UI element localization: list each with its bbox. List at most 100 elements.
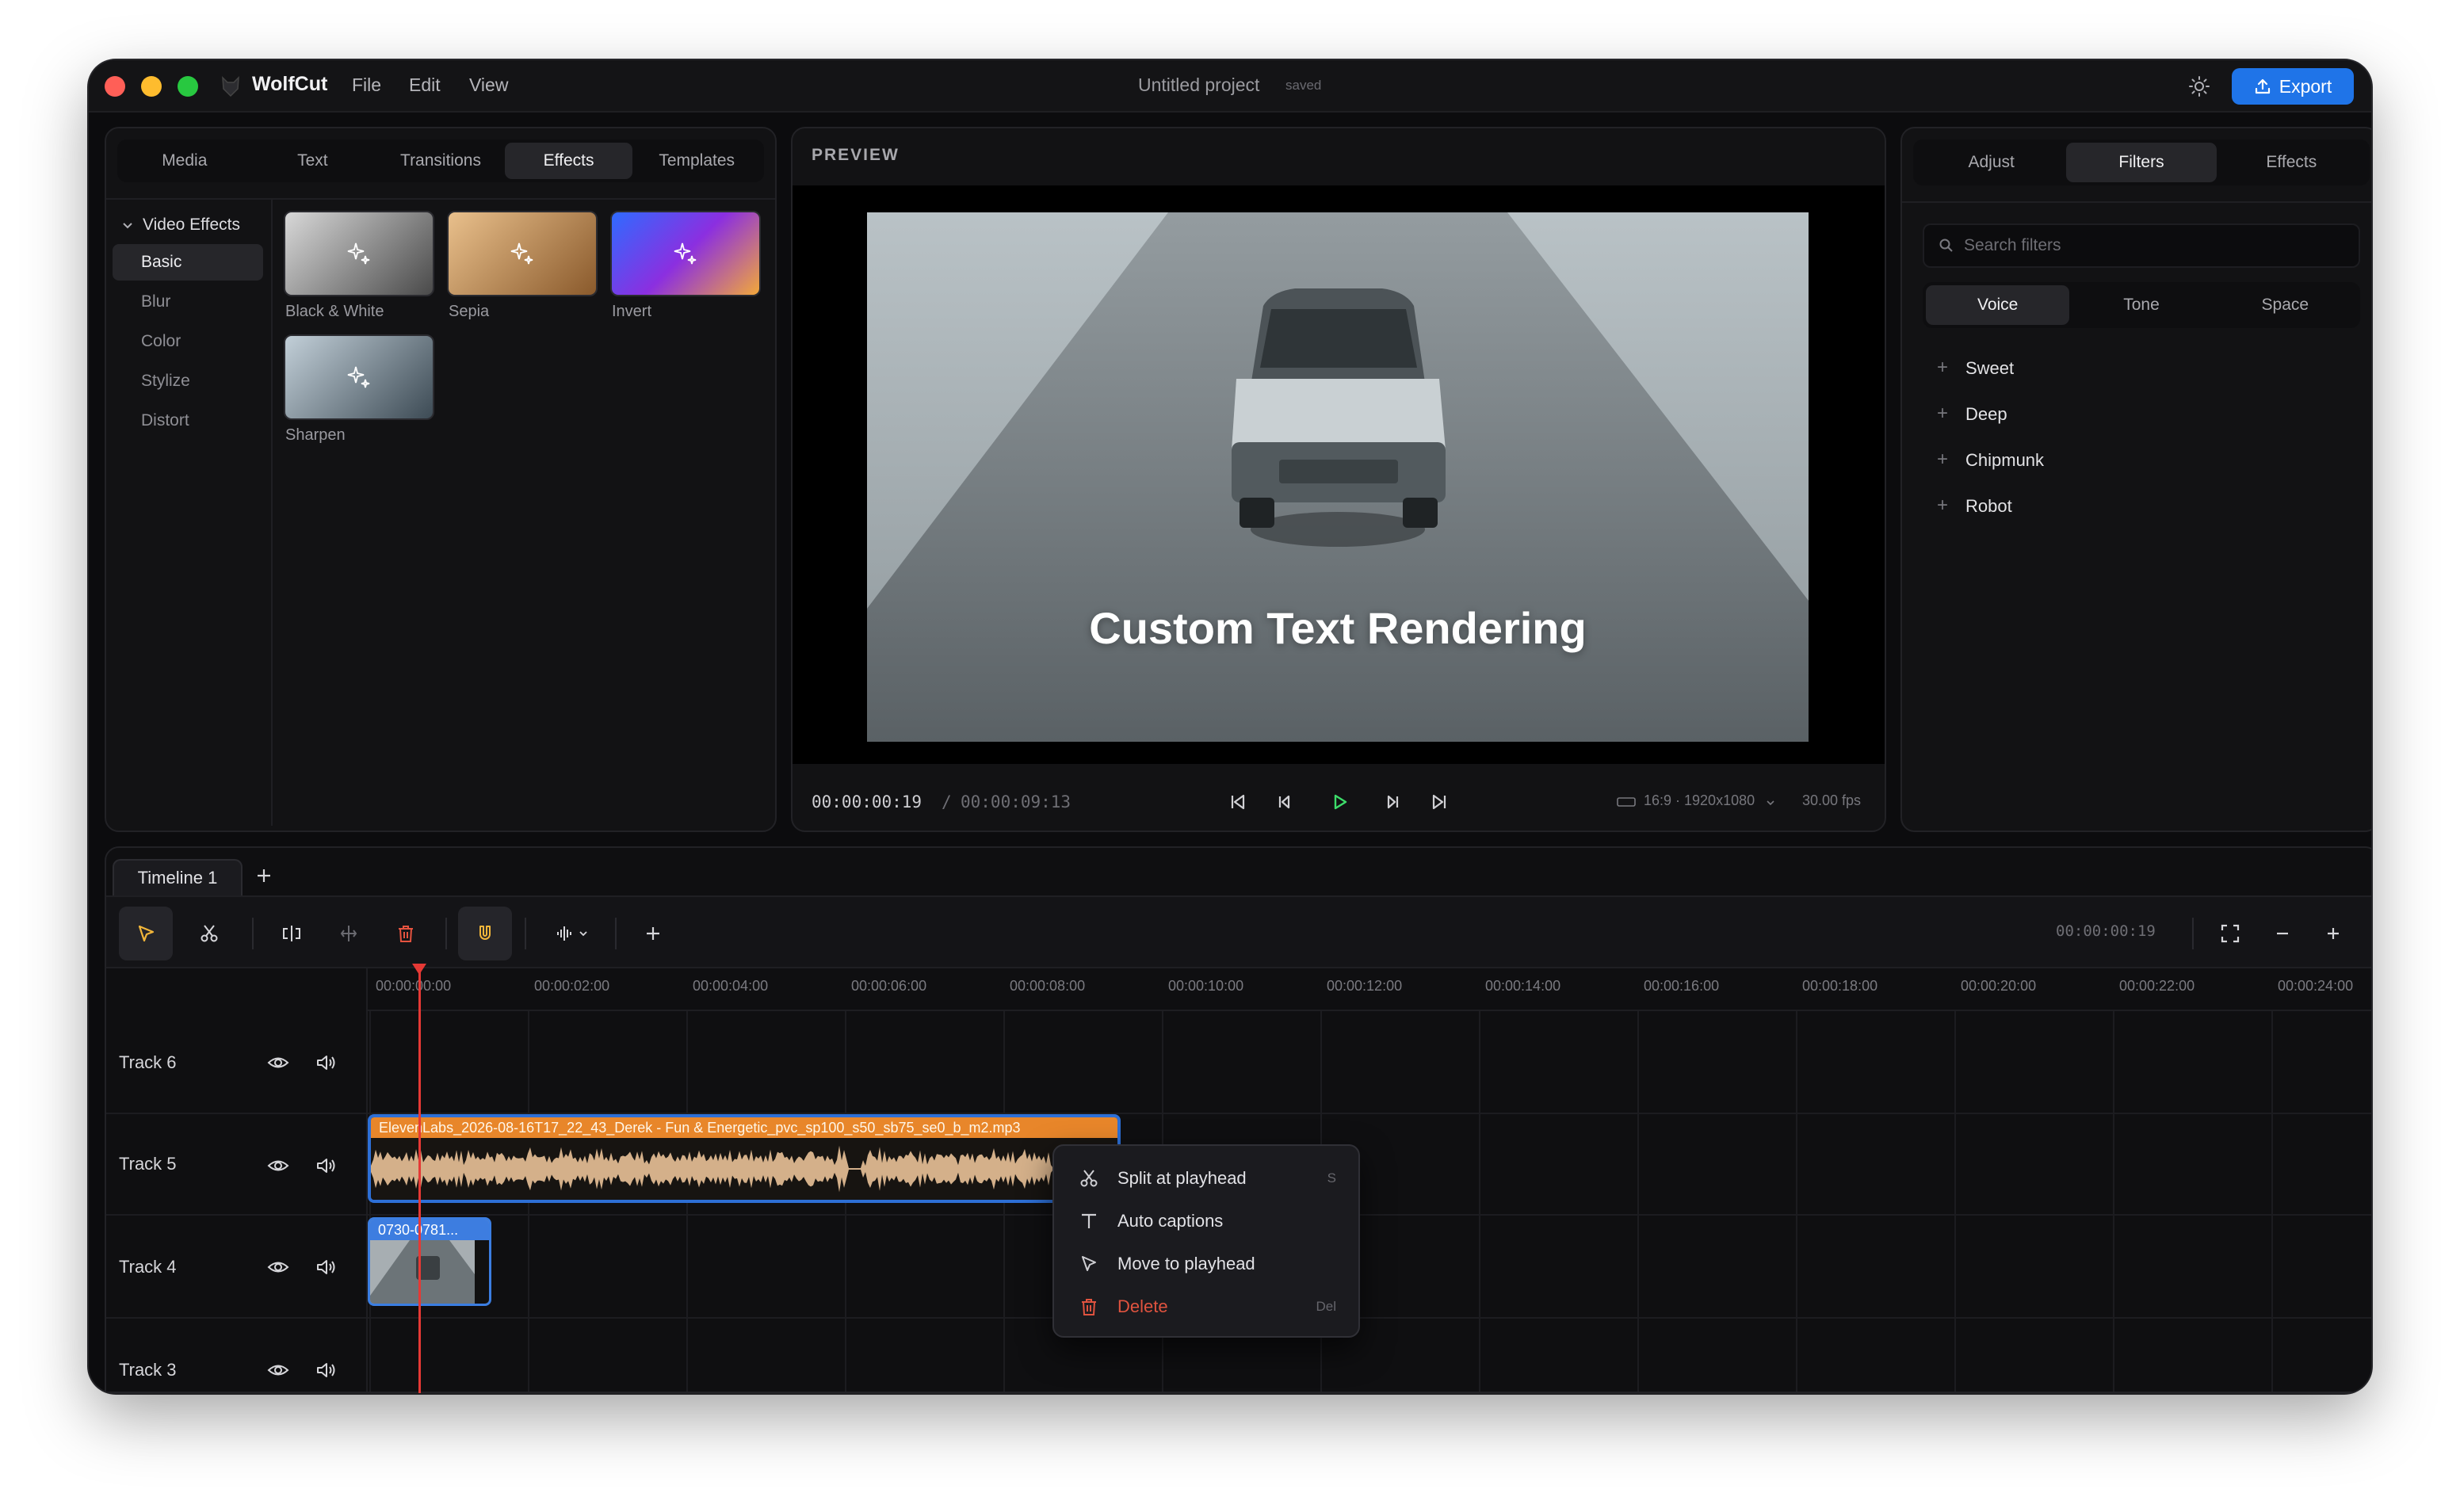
- plus-icon: +: [1937, 403, 1949, 424]
- chevron-down-icon: [579, 931, 587, 937]
- step-forward-icon[interactable]: [1381, 789, 1406, 815]
- zoom-in-button[interactable]: [2306, 907, 2360, 960]
- effect-sepia-thumb[interactable]: [447, 211, 598, 296]
- chevron-down-icon[interactable]: [122, 220, 133, 231]
- effect-sharpen-thumb[interactable]: [284, 334, 434, 420]
- magnet-snap-button[interactable]: [458, 907, 512, 960]
- playhead-handle-icon[interactable]: [411, 964, 428, 978]
- search-placeholder: Search filters: [1964, 236, 2061, 254]
- title-bar: WolfCut File Edit View Untitled project …: [89, 60, 2371, 113]
- video-clip[interactable]: 0730-0781...: [368, 1217, 491, 1306]
- audio-waveform-dropdown[interactable]: [539, 907, 604, 960]
- tab-filters[interactable]: Filters: [2066, 143, 2217, 182]
- add-track-button[interactable]: [626, 907, 680, 960]
- search-filters-input[interactable]: Search filters: [1923, 223, 2360, 268]
- audio-clip[interactable]: ElevenLabs_2026-08-16T17_22_43_Derek - F…: [368, 1114, 1121, 1203]
- sparkle-icon: [674, 242, 697, 265]
- tab-transitions[interactable]: Transitions: [376, 143, 505, 179]
- preview-frame: Custom Text Rendering: [867, 212, 1809, 742]
- category-blur[interactable]: Blur: [113, 284, 263, 320]
- theme-toggle-sun-icon[interactable]: [2187, 74, 2211, 98]
- menu-auto-captions[interactable]: Auto captions: [1054, 1200, 1358, 1243]
- left-tabs: Media Text Transitions Effects Templates: [117, 139, 764, 182]
- plus-icon: +: [1937, 449, 1949, 470]
- speaker-icon[interactable]: [314, 1154, 338, 1178]
- tab-templates[interactable]: Templates: [632, 143, 761, 179]
- step-back-icon[interactable]: [1271, 789, 1297, 815]
- eye-icon[interactable]: [266, 1154, 290, 1178]
- divider: [525, 918, 526, 949]
- timeline-tab[interactable]: Timeline 1: [113, 859, 243, 895]
- ruler-tick: 00:00:06:00: [851, 978, 927, 994]
- effect-invert-thumb[interactable]: [610, 211, 761, 296]
- eye-icon[interactable]: [266, 1358, 290, 1382]
- speaker-icon[interactable]: [314, 1051, 338, 1075]
- filter-label: Sweet: [1965, 358, 2015, 378]
- tab-media[interactable]: Media: [120, 143, 249, 179]
- filter-robot[interactable]: + Robot: [1937, 494, 2012, 517]
- fullscreen-button[interactable]: [2203, 907, 2257, 960]
- menu-file[interactable]: File: [352, 74, 381, 96]
- category-basic[interactable]: Basic: [113, 244, 263, 281]
- right-tabs: Adjust Filters Effects: [1913, 139, 2370, 185]
- menu-edit[interactable]: Edit: [409, 74, 441, 96]
- maximize-window-button[interactable]: [178, 76, 198, 97]
- filter-chipmunk[interactable]: + Chipmunk: [1937, 449, 2044, 471]
- divider: [271, 200, 273, 826]
- category-distort[interactable]: Distort: [113, 403, 263, 439]
- minimize-window-button[interactable]: [141, 76, 162, 97]
- filter-subtabs: Voice Tone Space: [1923, 282, 2360, 328]
- trim-button[interactable]: [322, 907, 376, 960]
- skip-to-end-icon[interactable]: [1427, 789, 1452, 815]
- ruler-tick: 00:00:22:00: [2119, 978, 2195, 994]
- time-ruler[interactable]: 00:00:00:00 00:00:02:00 00:00:04:00 00:0…: [368, 968, 2371, 1011]
- aspect-ratio-icon: [1617, 797, 1636, 807]
- tab-adjust[interactable]: Adjust: [1916, 143, 2066, 182]
- subtab-space[interactable]: Space: [2214, 285, 2357, 325]
- track-5-label: Track 5: [119, 1154, 177, 1174]
- export-button[interactable]: Export: [2232, 68, 2354, 105]
- menu-delete[interactable]: Delete Del: [1054, 1285, 1358, 1328]
- speaker-icon[interactable]: [314, 1358, 338, 1382]
- delete-clip-button[interactable]: [379, 907, 433, 960]
- speaker-icon[interactable]: [314, 1255, 338, 1279]
- menu-split-at-playhead[interactable]: Split at playhead S: [1054, 1157, 1358, 1200]
- tab-text[interactable]: Text: [249, 143, 377, 179]
- select-tool-button[interactable]: [119, 907, 173, 960]
- fps-readout: 30.00 fps: [1802, 792, 1862, 808]
- close-window-button[interactable]: [105, 76, 125, 97]
- play-icon[interactable]: [1327, 789, 1352, 815]
- razor-tool-button[interactable]: [182, 907, 236, 960]
- sparkle-icon: [347, 366, 370, 388]
- filter-sweet[interactable]: + Sweet: [1937, 357, 2015, 379]
- tab-effects[interactable]: Effects: [504, 143, 633, 179]
- ruler-tick: 00:00:14:00: [1485, 978, 1561, 994]
- fullscreen-icon: [2221, 924, 2240, 943]
- aspect-ratio-select[interactable]: 16:9 · 1920x1080: [1644, 792, 1755, 809]
- subtab-voice[interactable]: Voice: [1926, 285, 2070, 325]
- category-stylize[interactable]: Stylize: [113, 363, 263, 399]
- menu-view[interactable]: View: [469, 74, 508, 96]
- chevron-down-icon[interactable]: [1766, 799, 1775, 807]
- ruler-tick: 00:00:04:00: [693, 978, 769, 994]
- skip-to-start-icon[interactable]: [1225, 789, 1251, 815]
- menu-move-to-playhead[interactable]: Move to playhead: [1054, 1243, 1358, 1285]
- preview-caption-text: Custom Text Rendering: [1089, 603, 1587, 653]
- eye-icon[interactable]: [266, 1255, 290, 1279]
- grid-line: [2113, 1011, 2114, 1392]
- plus-icon: +: [1937, 494, 1949, 516]
- subtab-tone[interactable]: Tone: [2069, 285, 2213, 325]
- filter-deep[interactable]: + Deep: [1937, 403, 2007, 425]
- split-clip-button[interactable]: [265, 907, 319, 960]
- category-color[interactable]: Color: [113, 323, 263, 360]
- playhead[interactable]: [418, 967, 421, 1393]
- zoom-out-button[interactable]: [2256, 907, 2309, 960]
- filter-label: Deep: [1965, 404, 2007, 424]
- add-timeline-icon[interactable]: [254, 865, 274, 886]
- effect-black-white-thumb[interactable]: [284, 211, 434, 296]
- eye-icon[interactable]: [266, 1051, 290, 1075]
- ruler-tick: 00:00:24:00: [2278, 978, 2354, 994]
- text-t-icon: [1082, 1213, 1096, 1228]
- tab-effects-right[interactable]: Effects: [2217, 143, 2366, 182]
- ruler-tick: 00:00:02:00: [534, 978, 610, 994]
